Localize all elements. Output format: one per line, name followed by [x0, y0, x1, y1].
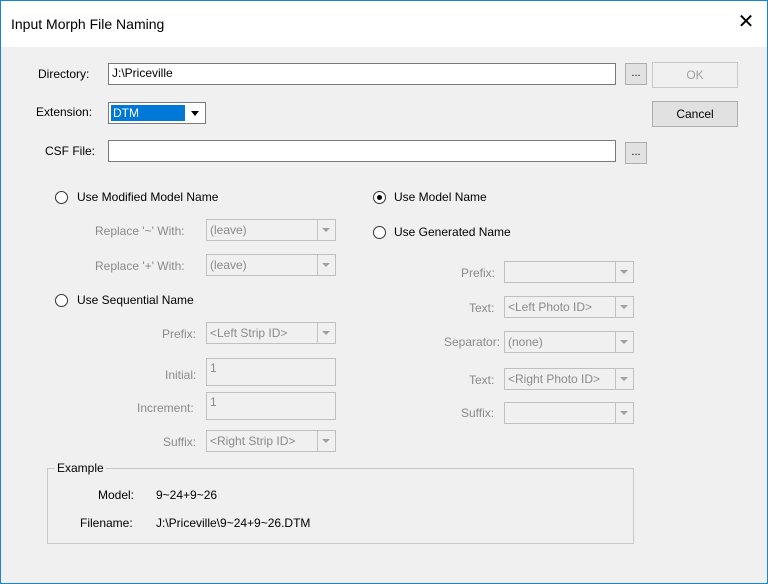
- modified-name-label: Use Modified Model Name: [77, 190, 219, 204]
- sequential-name-label: Use Sequential Name: [77, 293, 194, 307]
- chevron-down-icon: [615, 403, 633, 423]
- increment-input[interactable]: 1: [206, 392, 336, 420]
- example-title: Example: [55, 461, 106, 475]
- title-bar: Input Morph File Naming ✕: [1, 1, 767, 47]
- generated-name-radio[interactable]: [373, 226, 386, 239]
- dialog-window: Input Morph File Naming ✕ Directory: J:\…: [0, 0, 768, 584]
- sequential-prefix-label: Prefix:: [162, 327, 197, 341]
- csf-browse-button[interactable]: ...: [625, 142, 647, 164]
- separator-select[interactable]: (none): [504, 331, 634, 353]
- chevron-down-icon: [317, 431, 335, 451]
- sequential-name-radio[interactable]: [55, 294, 68, 307]
- directory-browse-button[interactable]: ...: [625, 63, 647, 85]
- example-filename-label: Filename:: [80, 516, 133, 530]
- csf-input[interactable]: [108, 140, 616, 162]
- example-group: [47, 468, 634, 544]
- replace-tilde-select[interactable]: (leave): [206, 219, 336, 241]
- sequential-prefix-value: <Left Strip ID>: [210, 326, 288, 340]
- generated-prefix-select[interactable]: [504, 261, 634, 283]
- sequential-prefix-select[interactable]: <Left Strip ID>: [206, 322, 336, 344]
- sequential-suffix-label: Suffix:: [163, 435, 197, 449]
- extension-select[interactable]: DTM: [108, 102, 206, 124]
- replace-plus-label: Replace '+' With:: [95, 259, 185, 273]
- generated-name-label: Use Generated Name: [394, 225, 511, 239]
- model-name-radio[interactable]: [373, 191, 386, 204]
- generated-text2-label: Text:: [469, 373, 495, 387]
- replace-tilde-value: (leave): [210, 223, 247, 237]
- generated-text1-label: Text:: [469, 301, 495, 315]
- sequential-suffix-select[interactable]: <Right Strip ID>: [206, 430, 336, 452]
- generated-text2-value: <Right Photo ID>: [508, 372, 601, 386]
- cancel-button[interactable]: Cancel: [652, 101, 738, 127]
- replace-plus-value: (leave): [210, 258, 247, 272]
- ok-button[interactable]: OK: [652, 62, 738, 88]
- chevron-down-icon: [317, 220, 335, 240]
- increment-label: Increment:: [137, 401, 194, 415]
- example-model-value: 9~24+9~26: [156, 488, 218, 502]
- generated-suffix-label: Suffix:: [461, 406, 495, 420]
- separator-label: Separator:: [444, 335, 501, 349]
- example-model-label: Model:: [98, 488, 135, 502]
- chevron-down-icon: [615, 369, 633, 389]
- chevron-down-icon: [615, 262, 633, 282]
- chevron-down-icon: [615, 332, 633, 352]
- initial-label: Initial:: [165, 368, 197, 382]
- chevron-down-icon: [317, 255, 335, 275]
- generated-suffix-select[interactable]: [504, 402, 634, 424]
- csf-label: CSF File:: [45, 144, 96, 158]
- example-filename-value: J:\Priceville\9~24+9~26.DTM: [156, 516, 311, 530]
- sequential-suffix-value: <Right Strip ID>: [210, 434, 296, 448]
- close-icon[interactable]: ✕: [735, 11, 757, 33]
- chevron-down-icon[interactable]: [187, 104, 204, 122]
- generated-text1-value: <Left Photo ID>: [508, 300, 593, 314]
- replace-plus-select[interactable]: (leave): [206, 254, 336, 276]
- generated-text2-select[interactable]: <Right Photo ID>: [504, 368, 634, 390]
- chevron-down-icon: [317, 323, 335, 343]
- directory-input[interactable]: J:\Priceville: [108, 63, 616, 85]
- directory-label: Directory:: [38, 67, 90, 81]
- window-title: Input Morph File Naming: [11, 16, 165, 32]
- replace-tilde-label: Replace '~' With:: [95, 224, 185, 238]
- generated-prefix-label: Prefix:: [461, 266, 496, 280]
- initial-input[interactable]: 1: [206, 358, 336, 386]
- generated-text1-select[interactable]: <Left Photo ID>: [504, 296, 634, 318]
- extension-label: Extension:: [36, 105, 93, 119]
- modified-name-radio[interactable]: [55, 191, 68, 204]
- extension-value: DTM: [111, 105, 185, 121]
- separator-value: (none): [508, 335, 543, 349]
- model-name-label: Use Model Name: [394, 190, 487, 204]
- chevron-down-icon: [615, 297, 633, 317]
